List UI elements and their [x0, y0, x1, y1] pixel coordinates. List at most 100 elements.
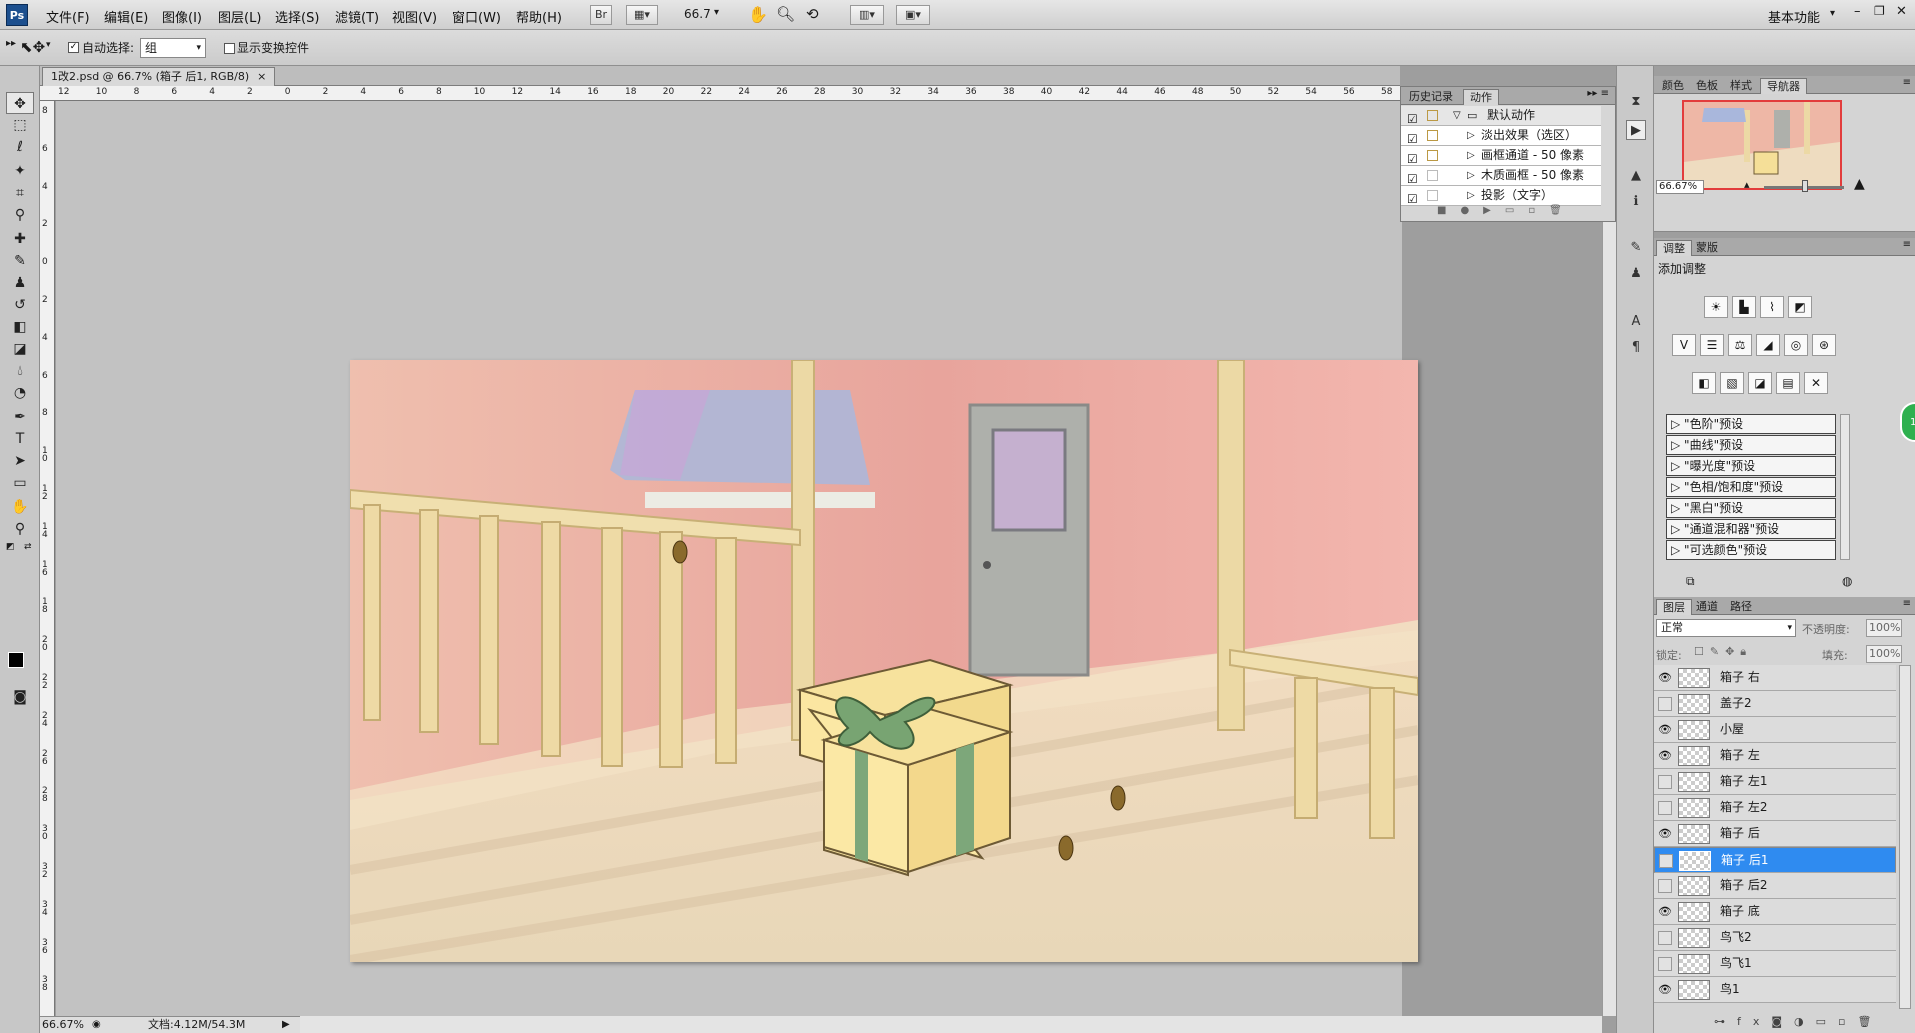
invert-icon[interactable]: ◧: [1692, 372, 1716, 394]
status-menu-icon[interactable]: ◉: [92, 1017, 101, 1033]
layer-row[interactable]: 箱子 后1: [1654, 847, 1896, 873]
tab-navigator[interactable]: 导航器: [1760, 78, 1807, 94]
status-zoom[interactable]: 66.67%: [42, 1017, 84, 1033]
history-panel-icon[interactable]: ⧗: [1626, 92, 1646, 112]
notification-badge[interactable]: 17: [1900, 402, 1915, 442]
actions-footer-buttons[interactable]: ■●▶▭▫🗑︎: [1401, 205, 1615, 221]
move-tool-icon[interactable]: ✥: [6, 92, 34, 114]
healing-brush-icon[interactable]: ✚: [6, 228, 34, 250]
blend-mode-select[interactable]: 正常 ▾: [1656, 619, 1796, 637]
visibility-eye-icon[interactable]: [1658, 775, 1672, 789]
foreground-color-swatch[interactable]: [8, 652, 24, 668]
dodge-tool-icon[interactable]: ◔: [6, 382, 34, 404]
selective-color-icon[interactable]: ✕: [1804, 372, 1828, 394]
levels-icon[interactable]: ▙: [1732, 296, 1756, 318]
opacity-field[interactable]: 100%: [1866, 619, 1902, 637]
dialog-toggle-icon[interactable]: [1427, 110, 1438, 121]
layer-row[interactable]: 👁︎ 箱子 左: [1654, 743, 1896, 769]
dialog-toggle-icon[interactable]: [1427, 190, 1438, 201]
visibility-eye-icon[interactable]: [1658, 879, 1672, 893]
layer-row[interactable]: 👁︎ 箱子 右: [1654, 665, 1896, 691]
preset-selective-color[interactable]: ▷ "可选颜色"预设: [1666, 540, 1836, 560]
brush-tool-icon[interactable]: ✎: [6, 250, 34, 272]
layer-row[interactable]: 箱子 后2: [1654, 873, 1896, 899]
lock-options-icons[interactable]: ☐✎✥🔒︎: [1694, 645, 1752, 659]
close-icon[interactable]: ×: [257, 70, 266, 83]
layer-row[interactable]: 👁︎ 小屋: [1654, 717, 1896, 743]
canvas-workspace[interactable]: [56, 101, 1418, 1016]
visibility-eye-icon[interactable]: [1659, 854, 1673, 868]
hand-tool-icon[interactable]: ✋: [748, 5, 768, 24]
tab-history[interactable]: 历史记录: [1403, 89, 1459, 105]
menu-window[interactable]: 窗口(W): [452, 7, 501, 26]
preset-curves[interactable]: ▷ "曲线"预设: [1666, 435, 1836, 455]
gradient-map-icon[interactable]: ▤: [1776, 372, 1800, 394]
menu-image[interactable]: 图像(I): [162, 7, 202, 26]
shape-tool-icon[interactable]: ▭: [6, 472, 34, 494]
visibility-eye-icon[interactable]: 👁︎: [1658, 749, 1672, 763]
bridge-button[interactable]: Br: [590, 5, 612, 25]
tab-color[interactable]: 颜色: [1656, 78, 1690, 94]
type-tool-icon[interactable]: T: [6, 428, 34, 450]
blur-tool-icon[interactable]: 💧︎: [6, 360, 34, 382]
preset-black-white[interactable]: ▷ "黑白"预设: [1666, 498, 1836, 518]
dialog-toggle-icon[interactable]: [1427, 150, 1438, 161]
visibility-toggle-icon[interactable]: ◍: [1842, 574, 1852, 588]
actions-panel-icon[interactable]: ▶: [1626, 120, 1646, 140]
panel-menu-icon[interactable]: ≡: [1903, 239, 1911, 250]
marquee-tool-icon[interactable]: ⬚: [6, 114, 34, 136]
auto-select-target[interactable]: 组 ▾: [140, 38, 206, 58]
layer-row[interactable]: 盖子2: [1654, 691, 1896, 717]
visibility-eye-icon[interactable]: 👁︎: [1658, 723, 1672, 737]
panel-menu-icon[interactable]: ≡: [1903, 77, 1911, 88]
tab-masks[interactable]: 蒙版: [1690, 240, 1724, 256]
tab-paths[interactable]: 路径: [1724, 599, 1758, 615]
visibility-eye-icon[interactable]: [1658, 801, 1672, 815]
history-brush-icon[interactable]: ↺: [6, 294, 34, 316]
horizontal-scrollbar[interactable]: [300, 1016, 1602, 1033]
layer-row[interactable]: 👁︎ 箱子 后: [1654, 821, 1896, 847]
visibility-eye-icon[interactable]: [1658, 931, 1672, 945]
curves-icon[interactable]: ⌇: [1760, 296, 1784, 318]
mini-bridge-button[interactable]: ▦▾: [626, 5, 658, 25]
channel-mixer-icon[interactable]: ⊛: [1812, 334, 1836, 356]
document-tab[interactable]: 1改2.psd @ 66.7% (箱子 后1, RGB/8) ×: [42, 67, 276, 86]
visibility-eye-icon[interactable]: 👁︎: [1658, 983, 1672, 997]
chevron-down-icon[interactable]: ▽: [1453, 106, 1461, 125]
screen-mode-button[interactable]: ▣▾: [896, 5, 930, 25]
panel-menu-icon[interactable]: ▸▸ ≡: [1587, 88, 1609, 99]
paint-bucket-icon[interactable]: ◪: [6, 338, 34, 360]
navigator-zoom-field[interactable]: 66.67%: [1656, 180, 1704, 194]
layer-row[interactable]: 箱子 左1: [1654, 769, 1896, 795]
chevron-down-icon[interactable]: ▾: [46, 40, 51, 50]
vertical-scrollbar[interactable]: [1602, 101, 1616, 1016]
magic-wand-icon[interactable]: ✦: [6, 160, 34, 182]
zoom-slider-handle[interactable]: [1802, 180, 1808, 192]
brush-presets-icon[interactable]: ✎: [1626, 238, 1646, 258]
minimize-icon[interactable]: –: [1854, 4, 1861, 19]
zoom-in-icon[interactable]: ▲: [1854, 176, 1865, 192]
quick-mask-icon[interactable]: ◙: [6, 686, 34, 708]
eyedropper-tool-icon[interactable]: ⚲: [6, 204, 34, 226]
threshold-icon[interactable]: ◪: [1748, 372, 1772, 394]
visibility-eye-icon[interactable]: [1658, 697, 1672, 711]
panel-menu-icon[interactable]: ≡: [1903, 598, 1911, 609]
tab-channels[interactable]: 通道: [1690, 599, 1724, 615]
menu-select[interactable]: 选择(S): [275, 7, 319, 26]
vibrance-icon[interactable]: V: [1672, 334, 1696, 356]
menu-help[interactable]: 帮助(H): [516, 7, 562, 26]
visibility-eye-icon[interactable]: 👁︎: [1658, 827, 1672, 841]
action-item[interactable]: ☑ ▷ 投影（文字）: [1401, 186, 1601, 206]
triangle-right-icon[interactable]: ▷: [1467, 186, 1475, 205]
status-arrow-icon[interactable]: ▶: [282, 1017, 290, 1033]
menu-view[interactable]: 视图(V): [392, 7, 437, 26]
menu-file[interactable]: 文件(F): [46, 7, 90, 26]
tab-layers[interactable]: 图层: [1656, 599, 1692, 615]
auto-select-checkbox[interactable]: ✓: [68, 42, 79, 53]
fill-field[interactable]: 100%: [1866, 645, 1902, 663]
layer-row[interactable]: 鸟飞1: [1654, 951, 1896, 977]
tab-styles[interactable]: 样式: [1724, 78, 1758, 94]
action-item[interactable]: ☑ ▷ 木质画框 - 50 像素: [1401, 166, 1601, 186]
hue-saturation-icon[interactable]: ☰: [1700, 334, 1724, 356]
preset-hue-saturation[interactable]: ▷ "色相/饱和度"预设: [1666, 477, 1836, 497]
